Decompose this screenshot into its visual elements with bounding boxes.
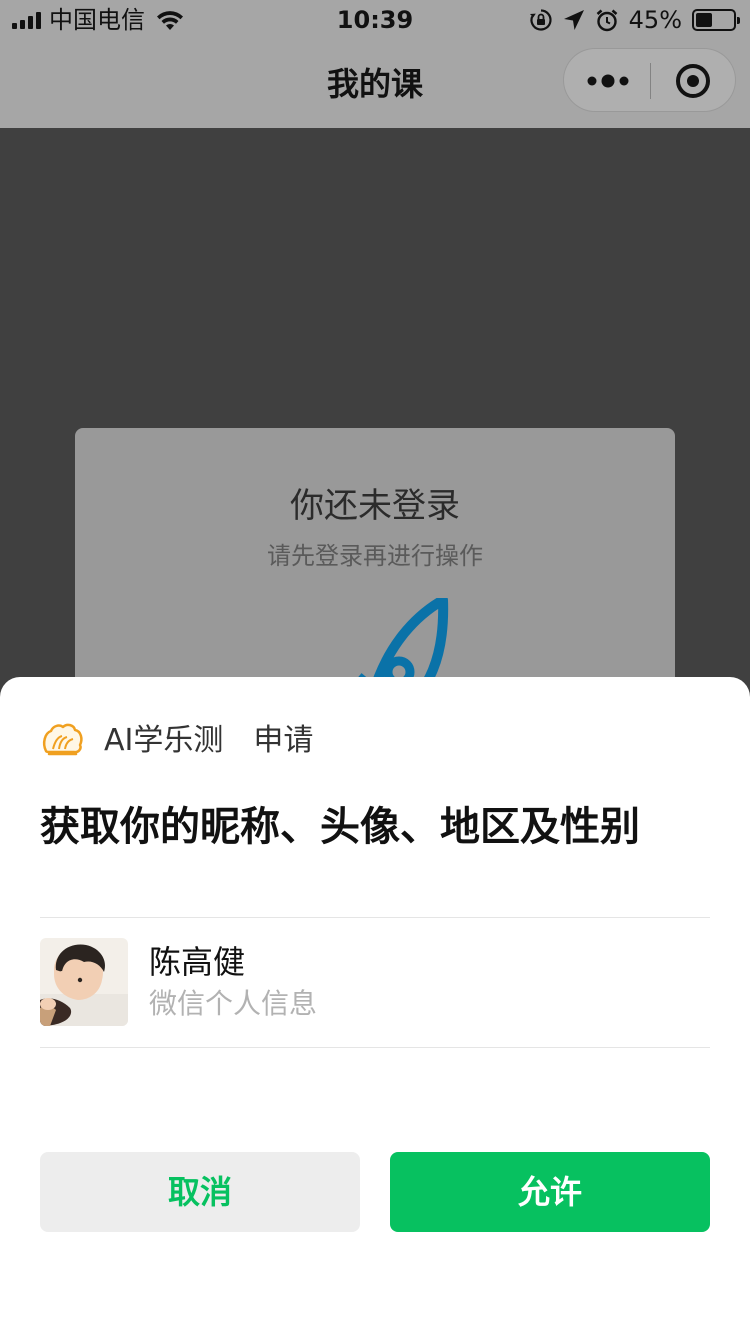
status-right: 45% (529, 6, 740, 34)
orientation-lock-icon (529, 9, 552, 31)
nav-bar: 我的课 (0, 40, 750, 128)
app-info-row: AI学乐测 申请 (40, 721, 313, 761)
close-miniprogram-icon[interactable] (675, 63, 711, 99)
cancel-button[interactable]: 取消 (40, 1152, 360, 1232)
capsule-divider (650, 63, 651, 99)
user-nickname: 陈高健 (149, 943, 246, 981)
allow-button[interactable]: 允许 (390, 1152, 710, 1232)
menu-capsule (563, 48, 736, 112)
status-bar: 中国电信 10:39 45% (0, 0, 750, 40)
permission-title: 获取你的昵称、头像、地区及性别 (40, 804, 640, 850)
login-subtitle: 请先登录再进行操作 (267, 542, 483, 570)
user-info-description: 微信个人信息 (149, 987, 318, 1020)
location-arrow-icon (563, 10, 584, 30)
app-name: AI学乐测 (104, 723, 224, 758)
battery-percent: 45% (628, 6, 682, 34)
more-icon[interactable] (586, 67, 630, 95)
battery-level-fill (696, 13, 712, 27)
user-info-row[interactable]: 陈高健 微信个人信息 (40, 938, 710, 1026)
authorization-sheet: AI学乐测 申请 获取你的昵称、头像、地区及性别 陈高健 微信个人信息 取消 允… (0, 677, 750, 1334)
request-label: 申请 (253, 723, 314, 758)
divider-bottom (40, 1047, 710, 1048)
avatar (40, 938, 128, 1026)
login-title: 你还未登录 (290, 486, 460, 526)
alarm-icon (596, 9, 618, 32)
divider-top (40, 917, 710, 918)
app-logo-icon (42, 723, 83, 756)
battery-icon (692, 9, 740, 31)
avatar-photo (40, 938, 128, 1026)
